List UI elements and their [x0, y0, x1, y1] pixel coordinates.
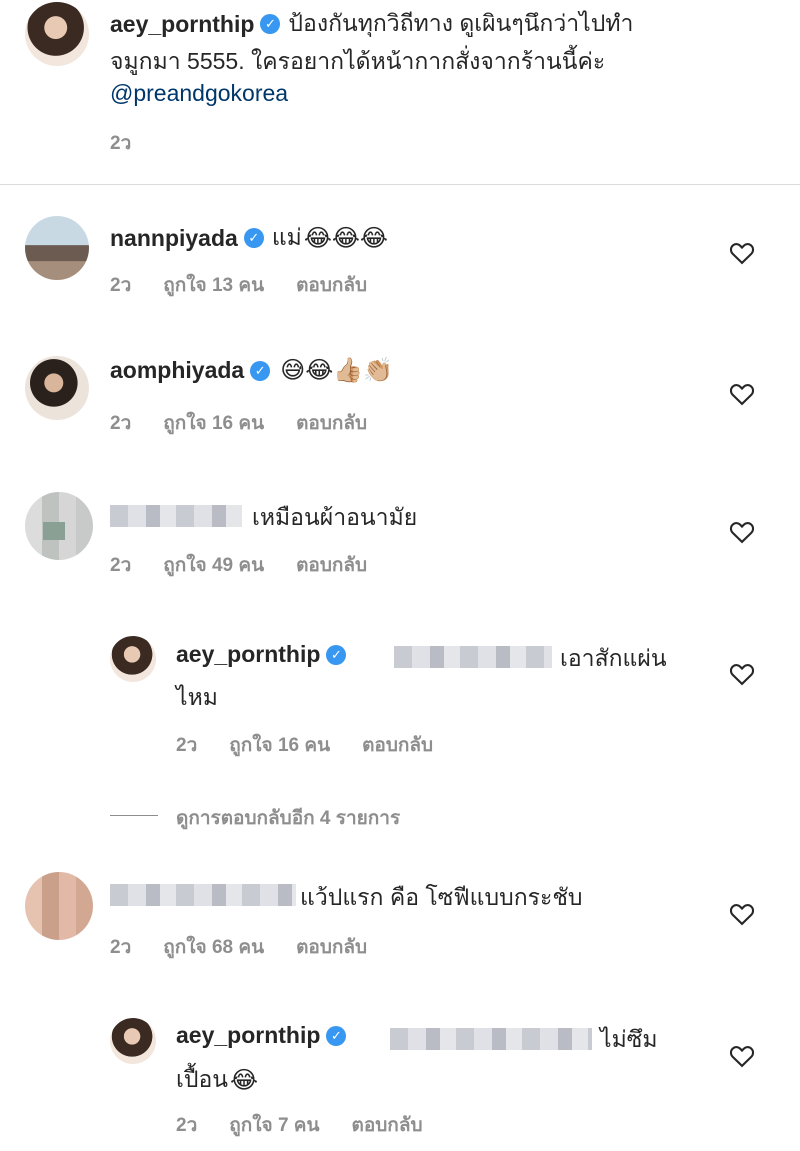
reply-text-line1: ไม่ซึม: [600, 1026, 658, 1052]
heart-outline-icon[interactable]: [728, 239, 756, 267]
reply-timestamp: 2ว: [176, 735, 198, 756]
reply-button[interactable]: ตอบกลับ: [352, 1110, 423, 1140]
comment-emoji: 😅😂👍🏼👏🏼: [280, 357, 394, 384]
comment-emoji: 😂😂😂: [303, 224, 388, 252]
redacted-username: [110, 884, 296, 906]
avatar[interactable]: [25, 872, 93, 940]
verified-badge-icon: ✓: [260, 14, 281, 34]
reply-button[interactable]: ตอบกลับ: [296, 932, 367, 962]
reply-username[interactable]: aey_pornthip: [176, 1022, 320, 1049]
comment-likes[interactable]: ถูกใจ 16 คน: [163, 408, 264, 438]
caption-username[interactable]: aey_pornthip: [110, 11, 254, 38]
comment-likes[interactable]: ถูกใจ 13 คน: [163, 270, 264, 300]
reply-username[interactable]: aey_pornthip: [176, 641, 320, 668]
avatar[interactable]: [25, 356, 89, 420]
heart-outline-icon[interactable]: [728, 518, 756, 546]
caption-mention-link[interactable]: @preandgokorea: [110, 80, 288, 107]
comment-timestamp: 2ว: [110, 275, 132, 296]
reply-text-line2: ไหม: [176, 684, 218, 710]
redacted-mention: [394, 646, 552, 668]
reply-text-line1: เอาสักแผ่น: [560, 645, 667, 671]
caption-text-line1: ป้องกันทุกวิถีทาง ดูเผินๆนึกว่าไปทำ: [288, 10, 634, 36]
comment-timestamp: 2ว: [110, 413, 132, 434]
reply-timestamp: 2ว: [176, 1115, 198, 1136]
caption-divider: [0, 184, 800, 185]
verified-badge-icon: ✓: [250, 360, 271, 381]
verified-badge-icon: ✓: [326, 1025, 347, 1046]
redacted-username: [110, 505, 242, 527]
redacted-mention: [390, 1028, 592, 1050]
reply-likes[interactable]: ถูกใจ 16 คน: [229, 730, 330, 760]
comment-likes[interactable]: ถูกใจ 49 คน: [163, 550, 264, 580]
caption-timestamp: 2ว: [110, 133, 132, 154]
view-replies-line: [110, 815, 158, 816]
view-more-replies-button[interactable]: ดูการตอบกลับอีก 4 รายการ: [176, 803, 400, 833]
comment-text: แว้ปแรก คือ โซฟีแบบกระชับ: [300, 884, 583, 910]
caption-text-line2: จมูกมา 5555. ใครอยากได้หน้ากากสั่งจากร้า…: [110, 48, 606, 74]
heart-outline-icon[interactable]: [728, 660, 756, 688]
reply-text-line2: เปื้อน: [176, 1066, 228, 1092]
reply-likes[interactable]: ถูกใจ 7 คน: [229, 1110, 319, 1140]
comment-username[interactable]: nannpiyada: [110, 225, 238, 252]
reply-button[interactable]: ตอบกลับ: [362, 730, 433, 760]
verified-badge-icon: ✓: [326, 644, 347, 665]
heart-outline-icon[interactable]: [728, 380, 756, 408]
avatar[interactable]: [25, 216, 89, 280]
comment-likes[interactable]: ถูกใจ 68 คน: [163, 932, 264, 962]
heart-outline-icon[interactable]: [728, 900, 756, 928]
reply-button[interactable]: ตอบกลับ: [296, 408, 367, 438]
reply-emoji: 😂: [230, 1066, 259, 1094]
comment-timestamp: 2ว: [110, 555, 132, 576]
reply-avatar[interactable]: [110, 636, 156, 682]
verified-badge-icon: ✓: [243, 228, 264, 248]
comment-text: เหมือนผ้าอนามัย: [252, 504, 418, 530]
caption-avatar[interactable]: [25, 2, 89, 66]
reply-button[interactable]: ตอบกลับ: [296, 550, 367, 580]
reply-avatar[interactable]: [110, 1018, 156, 1064]
avatar[interactable]: [25, 492, 93, 560]
comment-username[interactable]: aomphiyada: [110, 357, 244, 384]
comment-text: แม่: [271, 224, 302, 250]
reply-button[interactable]: ตอบกลับ: [296, 270, 367, 300]
comment-timestamp: 2ว: [110, 937, 132, 958]
heart-outline-icon[interactable]: [728, 1042, 756, 1070]
